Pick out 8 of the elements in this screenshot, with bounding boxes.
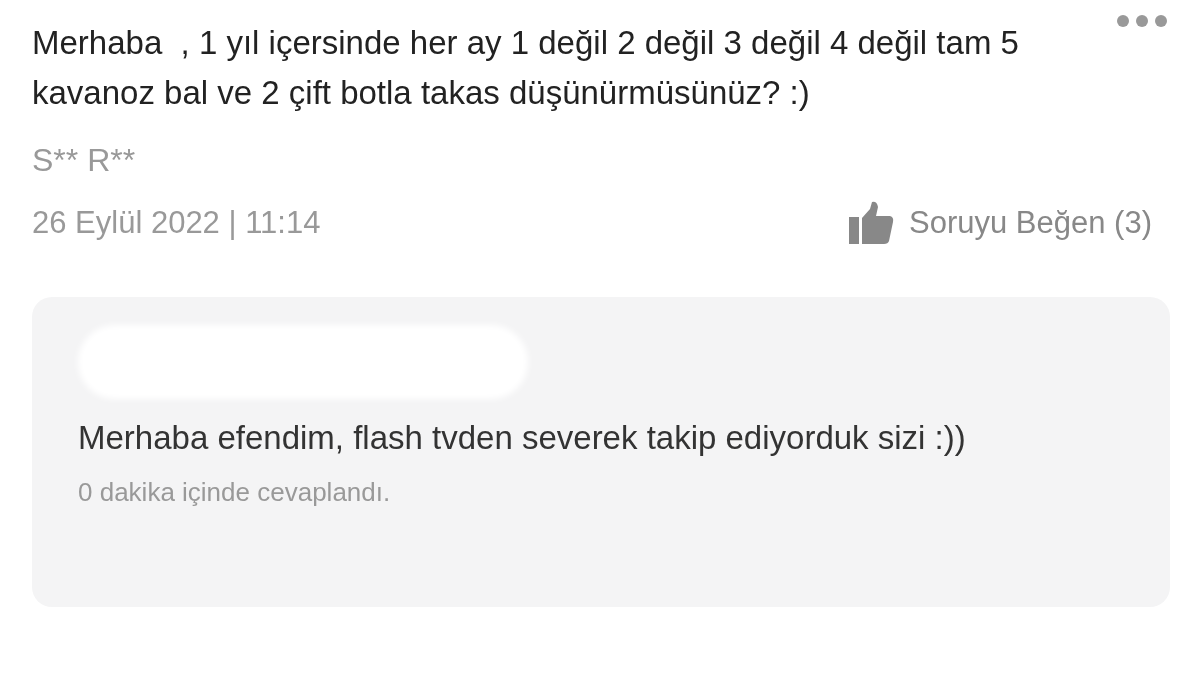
more-icon[interactable] [1116,14,1168,28]
answer-time: 0 dakika içinde cevaplandı. [78,475,391,509]
thumbs-up-icon [847,201,895,246]
question-date: 26 Eylül 2022 | 11:14 [32,204,321,242]
answer-text: Merhaba efendim, flash tvden severek takip ediyorduk sizi :)) [78,417,967,458]
author-name: S** R** [32,141,136,180]
question-text: Merhaba , 1 yıl içersinde her ay 1 değil 2 değil 3 değil 4 değil tam 5 kavanoz bal ve 2 çift botla takas düşünürmüsünüz? :) [32,23,1020,113]
like-question-button[interactable]: Soruyu Beğen (3) [847,200,1152,247]
